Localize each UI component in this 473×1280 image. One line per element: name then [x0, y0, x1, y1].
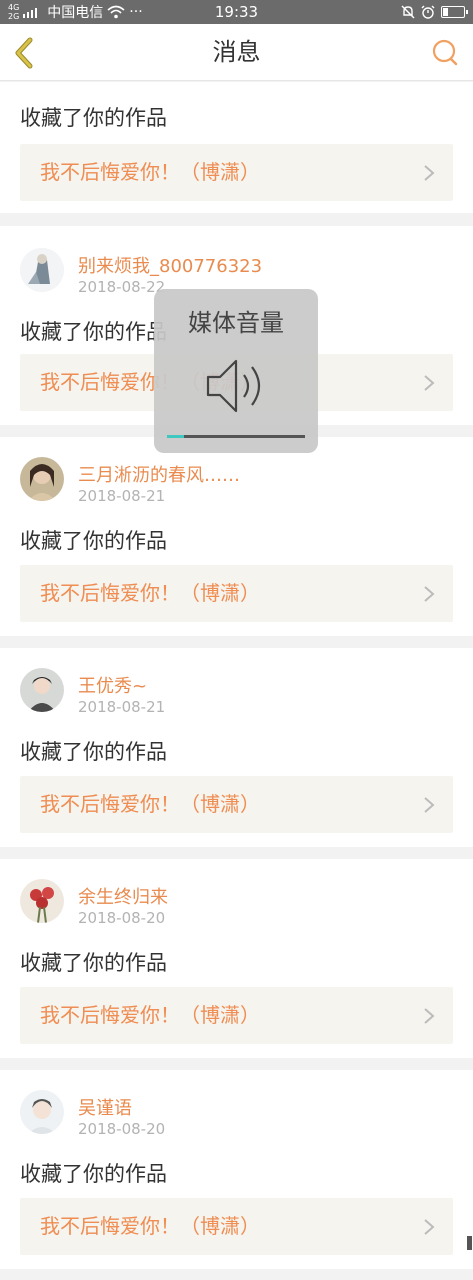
avatar[interactable] [20, 457, 64, 501]
message-action: 收藏了你的作品 [20, 951, 167, 975]
message-date: 2018-08-20 [78, 909, 166, 927]
page-title: 消息 [212, 38, 261, 66]
volume-toast: 媒体音量 [154, 289, 318, 453]
volume-slider[interactable] [167, 435, 305, 438]
wifi-icon [107, 5, 125, 19]
message-card: 王优秀~ 2018-08-21 收藏了你的作品 我不后悔爱你！（博潇） [0, 648, 473, 847]
avatar[interactable] [20, 879, 64, 923]
volume-level-fill [167, 435, 184, 438]
username[interactable]: 三月淅沥的春风…… [78, 461, 240, 487]
chevron-right-icon [424, 1008, 435, 1024]
network-type-bottom: 2G [8, 12, 20, 21]
chevron-right-icon [424, 797, 435, 813]
alarm-icon [421, 5, 435, 19]
avatar[interactable] [20, 248, 64, 292]
status-left: 4G 2G 中国电信 ··· [8, 2, 198, 22]
avatar[interactable] [20, 1090, 64, 1134]
network-type-indicator: 4G 2G [8, 3, 19, 21]
chevron-right-icon [424, 165, 435, 181]
username[interactable]: 王优秀~ [78, 672, 147, 698]
message-action: 收藏了你的作品 [20, 529, 167, 553]
battery-icon [441, 6, 468, 18]
message-action: 收藏了你的作品 [20, 106, 167, 130]
avatar[interactable] [20, 668, 64, 712]
work-title: 我不后悔爱你！（博潇） [40, 581, 260, 605]
work-link[interactable]: 我不后悔爱你！（博潇） [20, 987, 453, 1044]
message-date: 2018-08-20 [78, 1120, 166, 1138]
message-action: 收藏了你的作品 [20, 320, 167, 344]
status-bar: 4G 2G 中国电信 ··· 19:33 [0, 0, 473, 24]
work-title: 我不后悔爱你！（博潇） [40, 792, 260, 816]
username[interactable]: 别来烦我_800776323 [78, 252, 262, 278]
message-action: 收藏了你的作品 [20, 740, 167, 764]
signal-icon [23, 8, 38, 18]
header-bar: 消息 [0, 24, 473, 81]
message-card: 三月淅沥的春风…… 2018-08-21 收藏了你的作品 我不后悔爱你！（博潇） [0, 437, 473, 636]
message-date: 2018-08-22 [78, 278, 166, 296]
carrier-name: 中国电信 [47, 5, 104, 21]
chevron-right-icon [424, 375, 435, 391]
message-card: 余生终归来 2018-08-20 收藏了你的作品 我不后悔爱你！（博潇） [0, 859, 473, 1058]
volume-label: 媒体音量 [188, 309, 284, 337]
username[interactable]: 余生终归来 [78, 883, 168, 909]
work-link[interactable]: 我不后悔爱你！（博潇） [20, 565, 453, 622]
search-icon[interactable] [431, 38, 461, 68]
username[interactable]: 吴谨语 [78, 1094, 132, 1120]
message-card: 吴谨语 2018-08-20 收藏了你的作品 我不后悔爱你！（博潇） [0, 1070, 473, 1269]
work-link[interactable]: 我不后悔爱你！（博潇） [20, 776, 453, 833]
work-title: 我不后悔爱你！（博潇） [40, 1003, 260, 1027]
work-title: 我不后悔爱你！（博潇） [40, 160, 260, 184]
message-date: 2018-08-23 [78, 82, 165, 86]
chevron-right-icon [424, 1219, 435, 1235]
message-date: 2018-08-21 [78, 698, 166, 716]
work-link[interactable]: 我不后悔爱你！（博潇） [20, 144, 453, 201]
scrollbar-thumb[interactable] [467, 1236, 472, 1250]
chevron-right-icon [424, 586, 435, 602]
message-action: 收藏了你的作品 [20, 1162, 167, 1186]
mute-icon [401, 5, 415, 19]
status-right [401, 5, 468, 19]
message-date: 2018-08-21 [78, 487, 166, 505]
work-title: 我不后悔爱你！（博潇） [40, 1214, 260, 1238]
work-link[interactable]: 我不后悔爱你！（博潇） [20, 1198, 453, 1255]
speaker-icon [206, 359, 261, 413]
message-card: 2018-08-23 收藏了你的作品 我不后悔爱你！（博潇） [0, 82, 473, 213]
message-list[interactable]: 2018-08-23 收藏了你的作品 我不后悔爱你！（博潇） 别来烦我_8007… [0, 82, 473, 1280]
more-notifications: ··· [129, 4, 143, 20]
network-type-top: 4G [8, 3, 20, 12]
